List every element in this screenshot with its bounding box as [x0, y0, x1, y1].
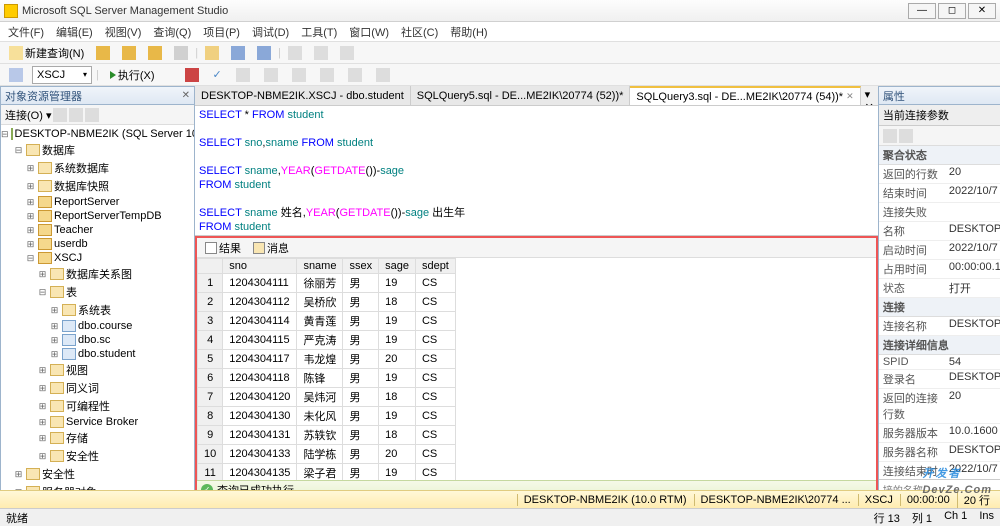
sql-editor[interactable]: SELECT * FROM student SELECT sno,sname F… [195, 106, 878, 236]
menu-help[interactable]: 帮助(H) [446, 22, 491, 42]
menu-tools[interactable]: 工具(T) [297, 22, 341, 42]
messages-tab[interactable]: 消息 [249, 240, 293, 256]
menu-window[interactable]: 窗口(W) [345, 22, 393, 42]
menubar: 文件(F) 编辑(E) 视图(V) 查询(Q) 项目(P) 调试(D) 工具(T… [0, 22, 1000, 42]
tab-query3[interactable]: SQLQuery3.sql - DE...ME2IK\20774 (54))*✕ [630, 86, 860, 105]
results-tab[interactable]: 结果 [201, 240, 245, 256]
app-icon [4, 4, 18, 18]
app-title: Microsoft SQL Server Management Studio [22, 5, 908, 17]
editor-area: DESKTOP-NBME2IK.XSCJ - dbo.student SQLQu… [195, 86, 878, 500]
db-icon[interactable] [4, 66, 28, 84]
tool-icon-6[interactable] [309, 44, 333, 62]
debug-icon[interactable] [166, 66, 176, 84]
msg-icon [253, 242, 265, 254]
object-tree[interactable]: ⊟DESKTOP-NBME2IK (SQL Server 10.0.160 ⊟数… [1, 125, 194, 499]
objexp-icon-1[interactable] [53, 108, 67, 122]
document-tabs: DESKTOP-NBME2IK.XSCJ - dbo.student SQLQu… [195, 86, 878, 106]
property-grid[interactable]: 聚合状态 返回的行数20 结束时间2022/10/7 15:17:38 连接失败… [879, 146, 1000, 479]
panel-close-icon[interactable]: ✕ [182, 90, 190, 101]
saveall-icon[interactable] [252, 44, 276, 62]
tool-icon-2[interactable] [117, 44, 141, 62]
props-header[interactable]: 当前连接参数▾ [879, 105, 1000, 126]
tool-icon-3[interactable] [143, 44, 167, 62]
server-icon [11, 128, 13, 140]
maximize-button[interactable]: ◻ [938, 3, 966, 19]
titlebar: Microsoft SQL Server Management Studio —… [0, 0, 1000, 22]
tb2-icon-6[interactable] [371, 66, 395, 84]
objexp-icon-2[interactable] [69, 108, 83, 122]
execute-button[interactable]: 执行(X) [103, 66, 162, 84]
tool-icon-7[interactable] [335, 44, 359, 62]
tab-student-table[interactable]: DESKTOP-NBME2IK.XSCJ - dbo.student [195, 86, 411, 105]
close-button[interactable]: ✕ [968, 3, 996, 19]
execute-icon [110, 71, 116, 79]
tabs-dropdown-icon[interactable]: ▾ ✕ [861, 86, 878, 105]
objexp-title: 对象资源管理器✕ [1, 87, 194, 105]
tab-close-icon[interactable]: ✕ [846, 91, 854, 102]
new-query-button[interactable]: 新建查询(N) [4, 44, 89, 62]
table-icon [62, 320, 76, 332]
open-icon[interactable] [200, 44, 224, 62]
grid-icon [205, 242, 217, 254]
menu-project[interactable]: 项目(P) [199, 22, 244, 42]
objexp-icon-3[interactable] [85, 108, 99, 122]
minimize-button[interactable]: — [908, 3, 936, 19]
menu-edit[interactable]: 编辑(E) [52, 22, 97, 42]
tb2-icon-3[interactable] [287, 66, 311, 84]
connect-dropdown[interactable]: 连接(O) ▾ [5, 107, 51, 123]
tb2-icon-1[interactable] [231, 66, 255, 84]
main-toolbar: 新建查询(N) | | [0, 42, 1000, 64]
tab-query5[interactable]: SQLQuery5.sql - DE...ME2IK\20774 (52))* [411, 86, 631, 105]
tb2-icon-4[interactable] [315, 66, 339, 84]
tb2-icon-5[interactable] [343, 66, 367, 84]
app-statusbar: 就绪 行 13 列 1 Ch 1 Ins [0, 508, 1000, 526]
tool-icon-4[interactable] [169, 44, 193, 62]
menu-file[interactable]: 文件(F) [4, 22, 48, 42]
result-tabs: 结果 消息 [197, 238, 876, 258]
query-toolbar: XSCJ▾ | 执行(X) ✓ [0, 64, 1000, 86]
stop-icon[interactable] [180, 66, 204, 84]
menu-community[interactable]: 社区(C) [397, 22, 442, 42]
parse-icon[interactable]: ✓ [208, 66, 227, 84]
connection-statusbar: DESKTOP-NBME2IK (10.0 RTM) DESKTOP-NBME2… [0, 490, 1000, 508]
folder-icon [26, 144, 40, 156]
props-sort-icon[interactable] [883, 129, 897, 143]
object-explorer: 对象资源管理器✕ 连接(O) ▾ ⊟DESKTOP-NBME2IK (SQL S… [0, 86, 195, 500]
menu-view[interactable]: 视图(V) [101, 22, 146, 42]
window-buttons: — ◻ ✕ [908, 3, 996, 19]
save-icon[interactable] [226, 44, 250, 62]
objexp-toolbar: 连接(O) ▾ [1, 105, 194, 125]
menu-debug[interactable]: 调试(D) [248, 22, 293, 42]
tool-icon-1[interactable] [91, 44, 115, 62]
database-combo[interactable]: XSCJ▾ [32, 66, 92, 84]
props-group-icon[interactable] [899, 129, 913, 143]
tb2-icon-2[interactable] [259, 66, 283, 84]
properties-panel: 属性✕ 当前连接参数▾ 聚合状态 返回的行数20 结束时间2022/10/7 1… [878, 86, 1000, 500]
newquery-icon [9, 46, 23, 60]
tool-icon-5[interactable] [283, 44, 307, 62]
results-panel: 结果 消息 snosnamessexsagesdept11204304111徐丽… [195, 236, 878, 500]
results-grid[interactable]: snosnamessexsagesdept11204304111徐丽芳男19CS… [197, 258, 876, 480]
menu-query[interactable]: 查询(Q) [149, 22, 195, 42]
